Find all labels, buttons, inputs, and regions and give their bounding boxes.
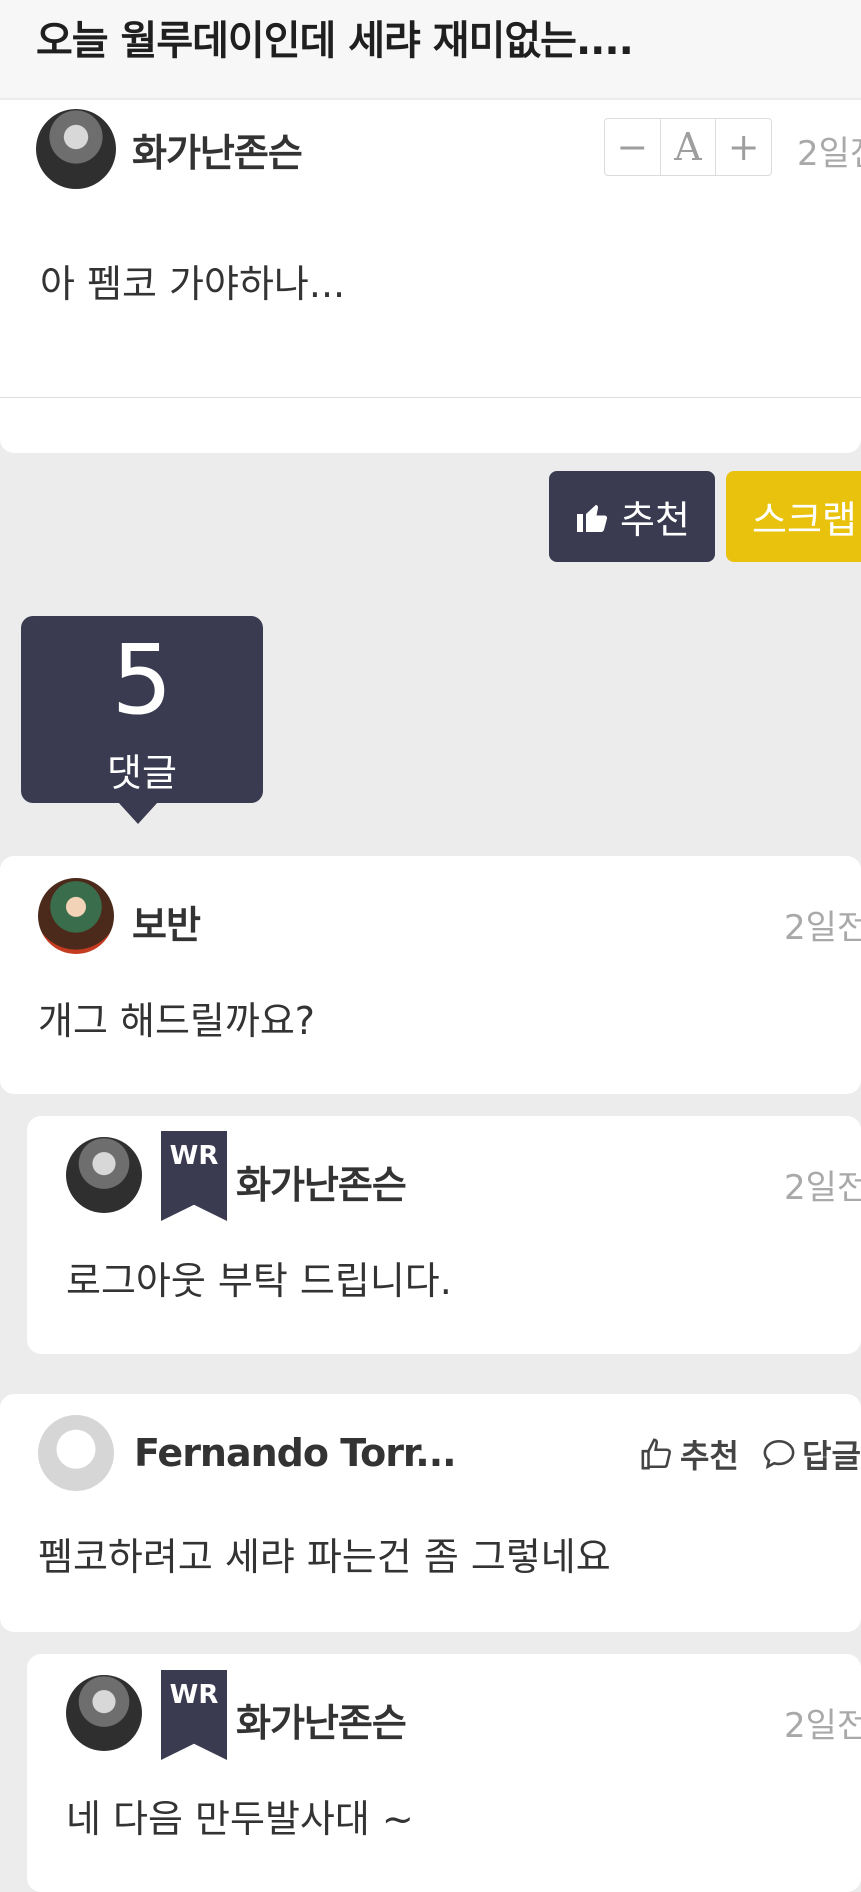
comment-text: 네 다음 만두발사대 ~ [66,1797,414,1841]
comment-text: 개그 해드릴까요? [38,999,315,1043]
commenter-avatar[interactable] [66,1137,142,1213]
comment-date: 2일전 [784,908,861,948]
comment-recommend-label: 추천 [680,1437,739,1475]
comment-author[interactable]: Fernando Torr... [134,1431,457,1475]
scrap-label: 스크랩 [752,498,857,542]
post-title: 오늘 월루데이인데 세랴 재미없는.... [36,18,634,64]
post-date: 2일전 [797,134,861,174]
scrap-button[interactable]: 스크랩 [726,471,861,562]
comment-author[interactable]: 화가난존슨 [236,1692,407,1747]
comment-recommend-button[interactable]: 추천 [640,1431,739,1477]
thumbs-up-outline-icon [641,1438,671,1470]
comment-count: 5 [111,624,173,736]
font-increase-button[interactable]: + [715,119,771,175]
commenter-avatar[interactable] [66,1675,142,1751]
recommend-button[interactable]: 추천 [549,471,715,562]
divider [0,397,861,398]
comment-text: 펨코하려고 세랴 파는건 좀 그렇네요 [38,1535,611,1579]
author-avatar[interactable] [36,109,116,189]
comment-count-box: 5 댓글 [21,616,263,803]
thumbs-up-icon [577,504,608,532]
comment-count-pointer [118,802,158,824]
font-reset-button[interactable]: A [659,119,716,175]
comment-date: 2일전 [784,1706,861,1746]
comment-count-label: 댓글 [107,751,177,795]
commenter-avatar[interactable] [38,878,114,954]
comment-text: 로그아웃 부탁 드립니다. [66,1259,452,1303]
comment-author[interactable]: 화가난존슨 [236,1154,407,1209]
font-decrease-button[interactable]: − [605,119,660,175]
comment-card [0,1394,861,1632]
comment-reply-label: 답글 [802,1437,861,1475]
font-size-control: − A + [604,118,772,176]
comment-author[interactable]: 보반 [132,894,201,949]
reply-card [27,1116,861,1354]
post-content: 아 펨코 가야하나... [40,262,346,306]
speech-bubble-icon [763,1439,795,1470]
comment-reply-button[interactable]: 답글 [762,1431,861,1477]
post-author[interactable]: 화가난존슨 [132,122,303,177]
recommend-label: 추천 [620,498,690,542]
comment-card [0,856,861,1094]
commenter-avatar[interactable] [38,1415,114,1491]
comment-date: 2일전 [784,1168,861,1208]
reply-card [27,1654,861,1892]
